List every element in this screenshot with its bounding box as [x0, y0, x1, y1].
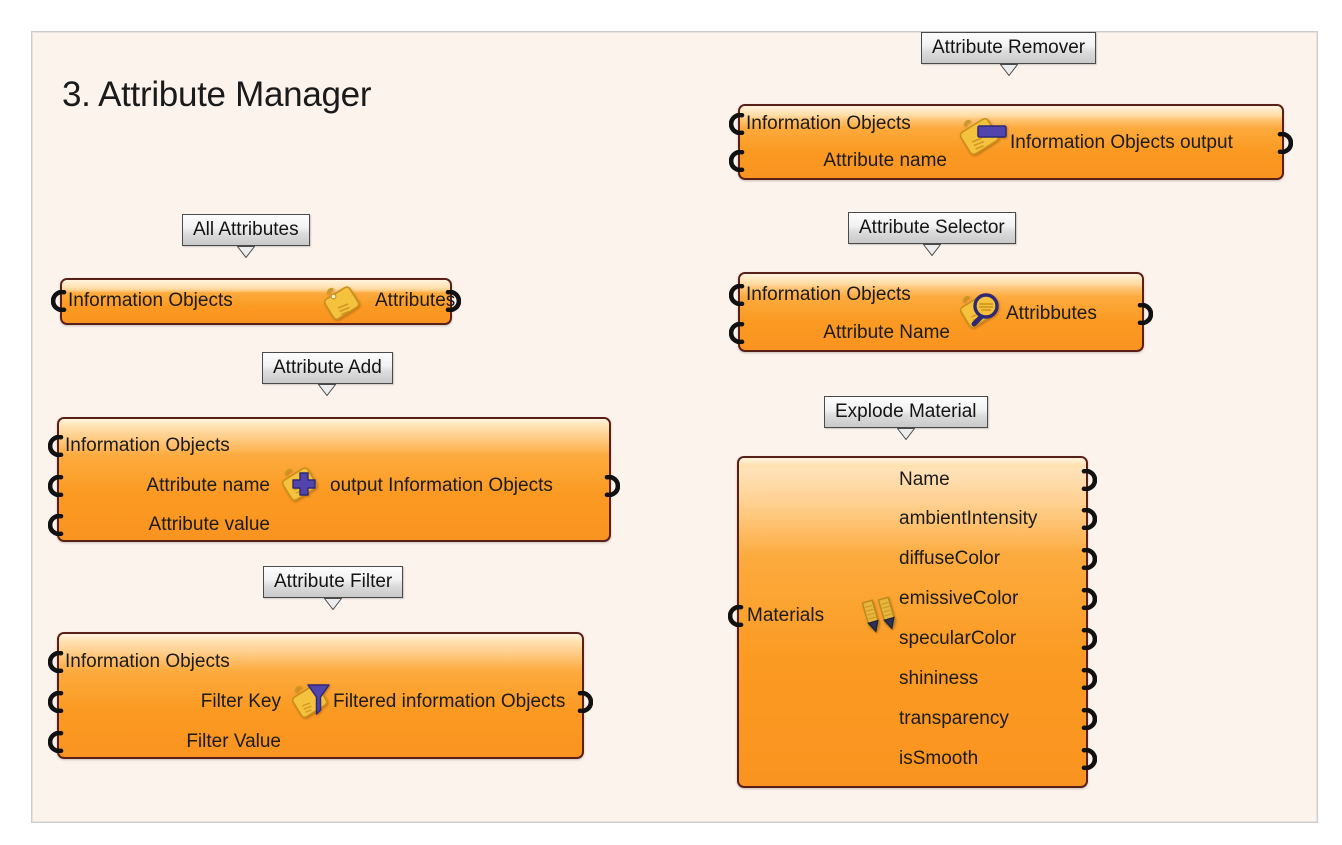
- output-label: emissiveColor: [899, 588, 1019, 609]
- callout-tail-icon: [922, 244, 941, 256]
- input-label: Materials: [747, 605, 825, 626]
- callout-tail-icon: [324, 598, 343, 610]
- callout-attribute-add: Attribute Add: [262, 352, 393, 396]
- tag-minus-icon: [951, 109, 1009, 173]
- tag-plus-icon: [275, 462, 325, 506]
- input-label: Information Objects: [746, 284, 911, 305]
- node-attribute-add[interactable]: Information Objects Attribute name Attri…: [48, 417, 620, 542]
- node-attribute-selector[interactable]: Information Objects Attribute Name Attri…: [729, 272, 1153, 352]
- output-port[interactable]: [1080, 548, 1097, 570]
- input-label: Attribute Name: [823, 322, 950, 343]
- tag-funnel-icon: [286, 677, 336, 723]
- callout-all-attributes: All Attributes: [182, 214, 310, 258]
- callout-label: All Attributes: [182, 214, 310, 246]
- output-label: Name: [899, 469, 950, 490]
- input-port[interactable]: [48, 514, 65, 536]
- output-port[interactable]: [1276, 132, 1293, 154]
- output-label: shininess: [899, 668, 979, 689]
- callout-tail-icon: [236, 246, 255, 258]
- input-port[interactable]: [48, 435, 65, 457]
- callout-explode-material: Explode Material: [824, 396, 988, 440]
- input-port[interactable]: [728, 605, 745, 627]
- diagram-canvas: 3. Attribute Manager All Attributes Info…: [0, 0, 1342, 845]
- callout-label: Attribute Add: [262, 352, 393, 384]
- input-label: Attribute name: [823, 150, 947, 171]
- input-label: Information Objects: [65, 651, 230, 672]
- input-label: Information Objects: [65, 435, 230, 456]
- output-port[interactable]: [576, 691, 593, 713]
- input-port[interactable]: [48, 691, 65, 713]
- output-label: isSmooth: [899, 748, 979, 769]
- input-port[interactable]: [48, 651, 65, 673]
- output-label: Filtered information Objects: [333, 691, 566, 712]
- input-port[interactable]: [729, 150, 746, 172]
- callout-attribute-filter: Attribute Filter: [263, 566, 404, 610]
- input-label: Information Objects: [68, 290, 233, 311]
- node-attribute-remover[interactable]: Information Objects Attribute name Infor…: [729, 104, 1293, 180]
- output-label: Information Objects output: [1010, 132, 1233, 153]
- output-label: diffuseColor: [899, 548, 1001, 569]
- output-label: ambientIntensity: [899, 508, 1038, 529]
- input-port[interactable]: [729, 284, 746, 306]
- output-label: specularColor: [899, 628, 1017, 649]
- callout-attribute-selector: Attribute Selector: [848, 212, 1016, 256]
- output-port[interactable]: [1080, 469, 1097, 491]
- output-port[interactable]: [1080, 508, 1097, 530]
- callout-tail-icon: [318, 384, 337, 396]
- output-port[interactable]: [1080, 588, 1097, 610]
- node-explode-material[interactable]: Materials Name ambientIntensity diffuseC…: [728, 456, 1097, 788]
- input-label: Filter Value: [186, 731, 281, 752]
- input-label: Information Objects: [746, 113, 911, 134]
- callout-tail-icon: [896, 428, 915, 440]
- node-attribute-filter[interactable]: Information Objects Filter Key Filter Va…: [48, 632, 593, 759]
- input-label: Filter Key: [200, 691, 281, 712]
- callout-label: Attribute Filter: [263, 566, 404, 598]
- output-port[interactable]: [1080, 628, 1097, 650]
- output-port[interactable]: [1080, 708, 1097, 730]
- output-label: output Information Objects: [330, 475, 553, 496]
- output-port[interactable]: [444, 290, 461, 312]
- callout-label: Attribute Selector: [848, 212, 1016, 244]
- input-port[interactable]: [48, 731, 65, 753]
- material-pencils-icon: [858, 596, 902, 640]
- output-port[interactable]: [1080, 668, 1097, 690]
- node-all-attributes[interactable]: Information Objects Attributes: [51, 278, 461, 325]
- callout-tail-icon: [999, 64, 1018, 76]
- callout-attribute-remover: Attribute Remover: [921, 32, 1097, 76]
- input-label: Attribute value: [148, 514, 270, 535]
- input-label: Attribute name: [146, 475, 270, 496]
- callout-label: Explode Material: [824, 396, 988, 428]
- output-port[interactable]: [603, 475, 620, 497]
- input-port[interactable]: [51, 290, 68, 312]
- output-port[interactable]: [1080, 748, 1097, 770]
- input-port[interactable]: [48, 475, 65, 497]
- callout-label: Attribute Remover: [921, 32, 1097, 64]
- output-label: transparency: [899, 708, 1009, 729]
- tag-icon: [318, 283, 364, 321]
- output-label: Attribbutes: [1006, 303, 1097, 324]
- page-title: 3. Attribute Manager: [62, 75, 372, 114]
- input-port[interactable]: [729, 113, 746, 135]
- input-port[interactable]: [729, 322, 746, 344]
- tag-magnifier-icon: [952, 284, 1006, 340]
- output-port[interactable]: [1136, 303, 1153, 325]
